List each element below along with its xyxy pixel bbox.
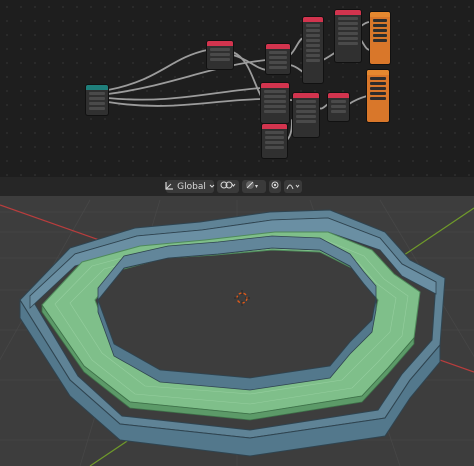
node-link <box>289 37 304 56</box>
geometry-node-e[interactable] <box>261 83 289 123</box>
node-link <box>318 103 329 110</box>
svg-text:▾: ▾ <box>255 183 258 190</box>
geometry-node-d[interactable] <box>335 10 361 62</box>
node-link <box>286 119 293 141</box>
viewport-header: Global ▾ <box>0 177 474 196</box>
node-link <box>360 21 371 27</box>
blender-window: Global ▾ <box>0 0 474 466</box>
group-output-node-top[interactable] <box>370 12 390 64</box>
snap-icon: ▾ <box>245 180 263 193</box>
geometry-node-b[interactable] <box>266 44 290 74</box>
node-links <box>107 21 371 141</box>
geometry-node-f[interactable] <box>293 93 319 137</box>
geometry-node-h[interactable] <box>262 124 287 158</box>
node-link <box>360 39 371 51</box>
proportional-editing-icon <box>271 181 279 192</box>
transform-orientation-label: Global <box>177 181 206 192</box>
pivot-point-icon <box>220 180 236 193</box>
node-editor[interactable] <box>0 0 474 177</box>
falloff-curve-icon <box>286 181 300 193</box>
group-output-node-bottom[interactable] <box>367 70 389 122</box>
geometry-node-c[interactable] <box>303 17 323 83</box>
falloff-dropdown[interactable] <box>284 180 302 193</box>
transform-orientation-icon <box>165 181 174 193</box>
group-input-node[interactable] <box>86 85 108 115</box>
snap-button[interactable]: ▾ <box>242 180 266 193</box>
node-link <box>232 54 267 71</box>
node-link <box>107 59 267 95</box>
geometry-node-g[interactable] <box>328 93 349 121</box>
node-link <box>289 64 304 73</box>
3d-viewport[interactable] <box>0 196 474 466</box>
chevron-down-icon <box>209 182 215 192</box>
node-link <box>348 95 368 105</box>
pivot-point-button[interactable] <box>217 180 239 193</box>
geometry-node-a[interactable] <box>207 41 233 69</box>
viewport-scene <box>0 199 474 466</box>
transform-orientation-dropdown[interactable]: Global <box>165 180 215 193</box>
proportional-editing-button[interactable] <box>269 180 281 193</box>
